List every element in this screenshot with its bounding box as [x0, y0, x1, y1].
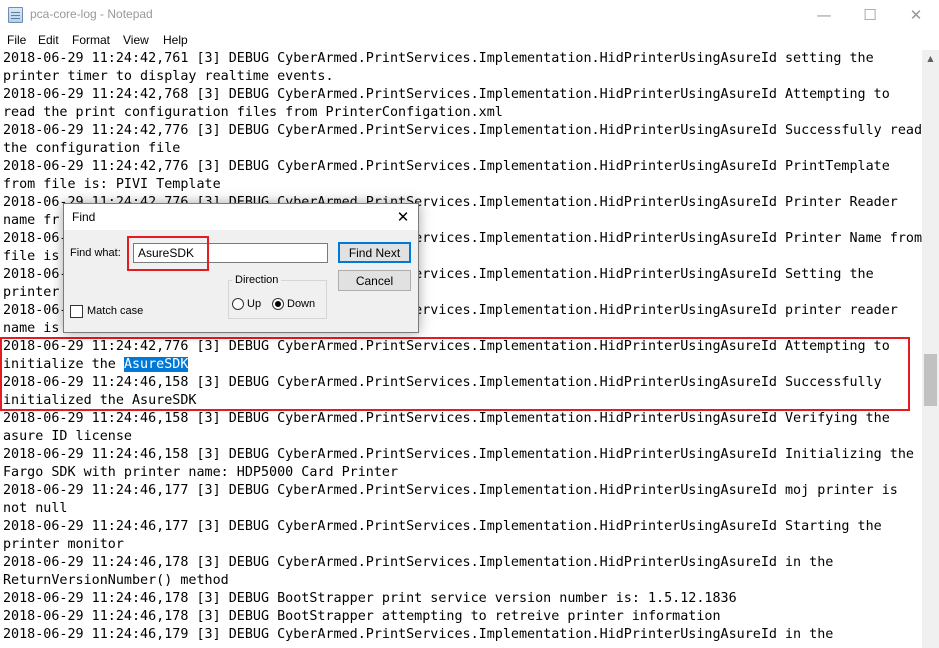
log-line: 2018-06-29 11:24:46,177 [3] DEBUG CyberA…	[3, 483, 898, 498]
match-case-label[interactable]: Match case	[87, 305, 143, 317]
log-line: printer monitor	[3, 537, 124, 552]
direction-label: Direction	[232, 274, 282, 286]
menu-view[interactable]: View	[123, 33, 149, 47]
log-line: the configuration file	[3, 141, 181, 156]
match-case-checkbox[interactable]	[70, 305, 83, 318]
direction-up-label[interactable]: Up	[247, 298, 261, 310]
log-line: 2018-06-29 11:24:42,776 [3] DEBUG CyberA…	[3, 123, 922, 138]
log-line: name fr	[3, 213, 60, 228]
log-line: asure ID license	[3, 429, 132, 444]
log-line: 2018-06-29 11:24:46,177 [3] DEBUG CyberA…	[3, 519, 882, 534]
find-dialog-close-icon[interactable]: ✕	[390, 206, 416, 228]
scroll-up-arrow-icon[interactable]: ▲	[922, 50, 939, 67]
log-line: 2018-06-29 11:24:42,776 [3] DEBUG CyberA…	[3, 159, 890, 174]
direction-up-radio[interactable]	[232, 298, 244, 310]
menu-help[interactable]: Help	[163, 33, 188, 47]
find-what-label: Find what:	[70, 247, 121, 259]
scroll-thumb[interactable]	[924, 354, 937, 406]
direction-down-radio[interactable]	[272, 298, 284, 310]
find-dialog: Find ✕ Find what: Find Next Cancel Direc…	[63, 203, 419, 333]
cancel-button[interactable]: Cancel	[338, 270, 411, 291]
find-next-button[interactable]: Find Next	[338, 242, 411, 263]
log-line: 2018-06-29 11:24:46,178 [3] DEBUG BootSt…	[3, 591, 737, 606]
log-line: read the print configuration files from …	[3, 105, 503, 120]
minimize-button[interactable]: —	[801, 0, 847, 30]
maximize-button[interactable]: ☐	[847, 0, 893, 30]
window-title: pca-core-log - Notepad	[30, 7, 153, 21]
log-line: 2018-06-29 11:24:42,768 [3] DEBUG CyberA…	[3, 87, 890, 102]
log-line: 2018-06-29 11:24:46,158 [3] DEBUG CyberA…	[3, 411, 890, 426]
annotation-highlight-find-field	[127, 236, 209, 271]
log-line: 2018-06-29 11:24:46,179 [3] DEBUG CyberA…	[3, 627, 834, 642]
log-line: 2018-06-29 11:24:46,158 [3] DEBUG CyberA…	[3, 447, 914, 462]
find-dialog-title: Find	[72, 210, 96, 224]
annotation-highlight-box	[0, 337, 910, 411]
menu-bar: File Edit Format View Help	[0, 30, 939, 50]
log-line: not null	[3, 501, 68, 516]
log-line: from file is: PIVI Template	[3, 177, 221, 192]
notepad-icon	[8, 7, 23, 23]
find-dialog-titlebar[interactable]: Find ✕	[64, 204, 418, 230]
log-line: 2018-06-29 11:24:46,178 [3] DEBUG CyberA…	[3, 555, 834, 570]
log-line: name is	[3, 321, 60, 336]
log-line: 2018-06-29 11:24:42,761 [3] DEBUG CyberA…	[3, 51, 874, 66]
menu-file[interactable]: File	[7, 33, 26, 47]
log-line: Fargo SDK with printer name: HDP5000 Car…	[3, 465, 399, 480]
log-line: ReturnVersionNumber() method	[3, 573, 229, 588]
vertical-scrollbar[interactable]: ▲	[922, 50, 939, 648]
menu-edit[interactable]: Edit	[38, 33, 59, 47]
log-line: file is	[3, 249, 60, 264]
close-button[interactable]: ✕	[893, 0, 939, 30]
menu-format[interactable]: Format	[72, 33, 110, 47]
log-line: printer	[3, 285, 60, 300]
title-bar: pca-core-log - Notepad — ☐ ✕	[0, 0, 939, 30]
direction-down-label[interactable]: Down	[287, 298, 315, 310]
radio-selected-dot	[275, 301, 281, 307]
log-line: 2018-06-29 11:24:46,178 [3] DEBUG BootSt…	[3, 609, 721, 624]
log-line: printer timer to display realtime events…	[3, 69, 334, 84]
